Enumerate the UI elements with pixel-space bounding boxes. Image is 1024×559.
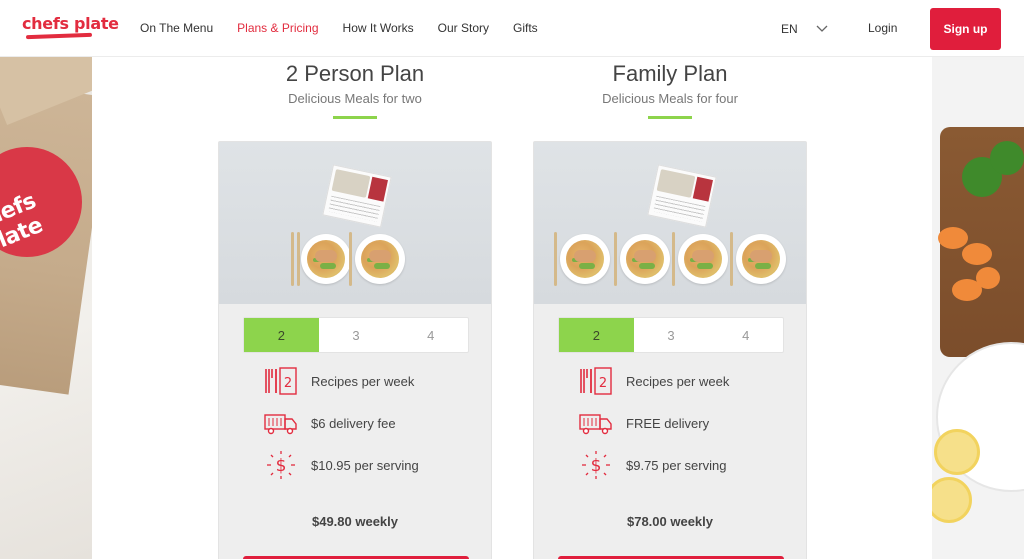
- option-2[interactable]: 2: [559, 318, 634, 352]
- dollar-burst-icon: $: [263, 450, 299, 480]
- dollar-burst-icon: $: [578, 450, 614, 480]
- svg-text:$: $: [276, 456, 287, 476]
- plan-subtitle: Delicious Meals for four: [602, 91, 738, 106]
- plan-family: Family Plan Delicious Meals for four 2 3: [533, 57, 807, 559]
- feature-recipes: 2 Recipes per week: [578, 366, 729, 396]
- meal-bowl: [736, 234, 786, 284]
- svg-text:2: 2: [599, 376, 607, 391]
- feature-text: $6 delivery fee: [311, 415, 396, 431]
- login-link[interactable]: Login: [868, 21, 897, 35]
- nav-links: On The Menu Plans & Pricing How It Works…: [140, 21, 538, 35]
- recipes-count-selector: 2 3 4: [558, 317, 784, 353]
- fork: [614, 232, 617, 286]
- left-background-image: chefs plate: [0, 57, 92, 559]
- feature-text: Recipes per week: [626, 373, 730, 389]
- nav-how-it-works[interactable]: How It Works: [343, 21, 414, 35]
- option-4[interactable]: 4: [393, 318, 468, 352]
- feature-serving: $ $10.95 per serving: [263, 450, 419, 480]
- plan-card: 2 3 4 2 Recipes per week: [218, 141, 492, 559]
- feature-serving: $ $9.75 per serving: [578, 450, 726, 480]
- recipe-card-icon: 2: [578, 366, 614, 396]
- lemon-slice: [934, 429, 980, 475]
- meal-bowl: [301, 234, 351, 284]
- nav-gifts[interactable]: Gifts: [513, 21, 538, 35]
- nav-on-the-menu[interactable]: On The Menu: [140, 21, 213, 35]
- feature-text: Recipes per week: [311, 373, 415, 389]
- right-background-image: [932, 57, 1024, 559]
- feature-delivery: FREE delivery: [578, 408, 709, 438]
- knife: [297, 232, 300, 286]
- lemon-slice: [932, 477, 972, 523]
- option-2[interactable]: 2: [244, 318, 319, 352]
- plan-card: 2 3 4 2 Recipes per week: [533, 141, 807, 559]
- language-selector[interactable]: EN: [781, 22, 798, 36]
- feature-recipes: 2 Recipes per week: [263, 366, 414, 396]
- plans-section: 2 Person Plan Delicious Meals for two 2 …: [92, 57, 932, 559]
- peach-slice: [938, 227, 968, 249]
- svg-text:2: 2: [284, 376, 292, 391]
- peach-slice: [976, 267, 1000, 289]
- peach-slice: [962, 243, 992, 265]
- fork: [730, 232, 733, 286]
- signup-button[interactable]: Sign up: [930, 8, 1001, 50]
- option-4[interactable]: 4: [708, 318, 783, 352]
- meal-bowl: [355, 234, 405, 284]
- meal-bowl: [678, 234, 728, 284]
- delivery-truck-icon: [578, 408, 614, 438]
- chevron-down-icon[interactable]: [815, 22, 829, 34]
- plan-title-rule: [333, 116, 377, 119]
- brand-logo[interactable]: chefs plate: [22, 14, 119, 33]
- recipes-count-selector: 2 3 4: [243, 317, 469, 353]
- brand-logo-underline: [25, 32, 93, 40]
- weekly-price: $78.00 weekly: [626, 514, 714, 529]
- fork: [349, 232, 352, 286]
- top-navbar: chefs plate On The Menu Plans & Pricing …: [0, 0, 1024, 57]
- plan-photo: [534, 142, 806, 304]
- weekly-price: $49.80 weekly: [311, 514, 399, 529]
- option-3[interactable]: 3: [634, 318, 709, 352]
- plan-2-person: 2 Person Plan Delicious Meals for two 2 …: [218, 57, 492, 559]
- broccoli: [990, 141, 1024, 175]
- fork: [554, 232, 557, 286]
- nav-our-story[interactable]: Our Story: [438, 21, 489, 35]
- plan-title: 2 Person Plan: [285, 61, 425, 86]
- recipe-card-icon: 2: [263, 366, 299, 396]
- meal-bowl: [560, 234, 610, 284]
- feature-text: $10.95 per serving: [311, 457, 419, 473]
- recipe-card-image: [322, 164, 392, 228]
- feature-text: FREE delivery: [626, 415, 710, 431]
- plan-subtitle: Delicious Meals for two: [288, 91, 422, 106]
- meal-bowl: [620, 234, 670, 284]
- svg-text:$: $: [591, 456, 602, 476]
- feature-text: $9.75 per serving: [626, 457, 727, 473]
- plan-title-rule: [648, 116, 692, 119]
- nav-plans-pricing[interactable]: Plans & Pricing: [237, 21, 318, 35]
- option-3[interactable]: 3: [319, 318, 394, 352]
- recipe-card-image: [647, 164, 717, 228]
- plan-photo: [219, 142, 491, 304]
- feature-delivery: $6 delivery fee: [263, 408, 396, 438]
- delivery-truck-icon: [263, 408, 299, 438]
- plan-title: Family Plan: [612, 61, 728, 86]
- fork: [291, 232, 294, 286]
- fork: [672, 232, 675, 286]
